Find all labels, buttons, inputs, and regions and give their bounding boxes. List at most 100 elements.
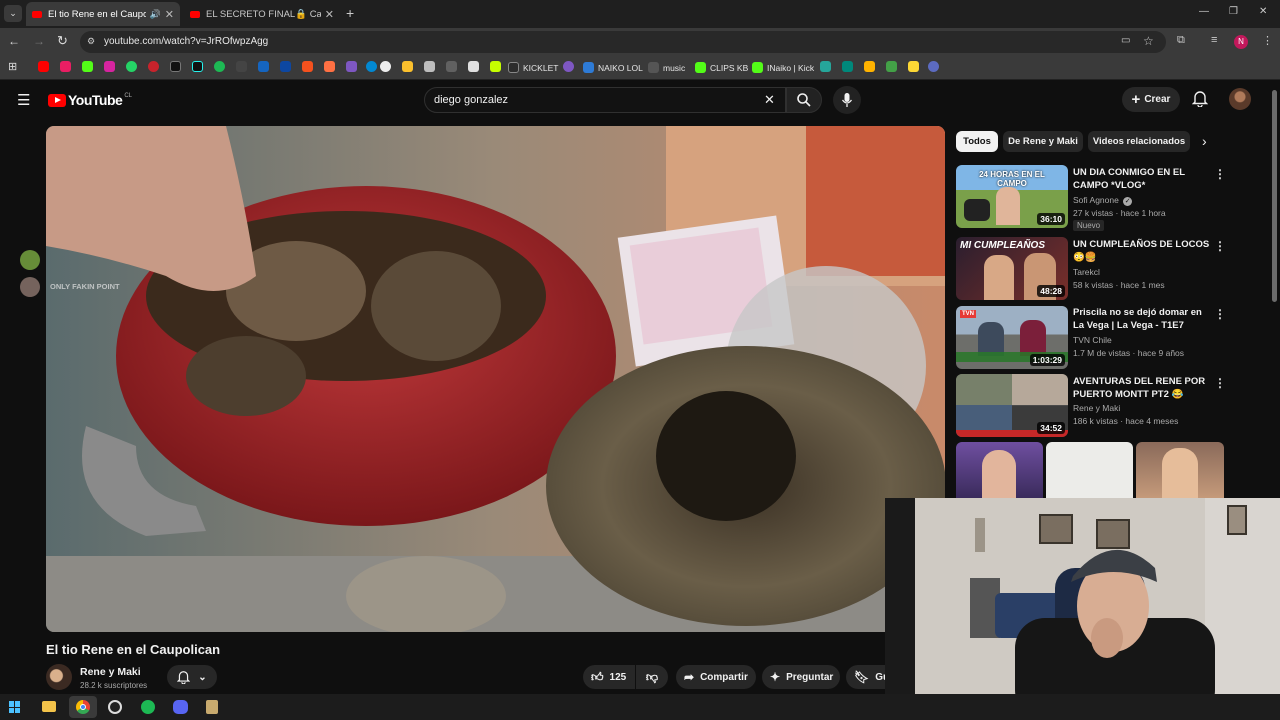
more-options-icon[interactable]: ⋮	[1214, 167, 1226, 181]
chip-de-rene-y-maki[interactable]: De Rene y Maki	[1003, 131, 1083, 152]
apps-icon[interactable]: ⊞	[8, 60, 17, 73]
video-thumbnail[interactable]: 24 HORAS EN EL CAMPO 36:10	[956, 165, 1068, 228]
chrome-taskbar-button[interactable]	[69, 696, 97, 718]
back-arrow-icon[interactable]: ←	[8, 34, 20, 48]
hamburger-menu-icon[interactable]: ☰	[17, 91, 30, 109]
bookmark-icon[interactable]	[236, 61, 247, 72]
bookmark-icon[interactable]	[402, 61, 413, 72]
more-options-icon[interactable]: ⋮	[1214, 307, 1226, 321]
bookmark-icon[interactable]	[324, 61, 335, 72]
video-player[interactable]: ONLY FAKIN POINT	[46, 126, 945, 632]
video-thumbnail[interactable]: MI CUMPLEAÑOS 48:28	[956, 237, 1068, 300]
bookmark-icon[interactable]	[864, 61, 875, 72]
bookmark-icon[interactable]	[280, 61, 291, 72]
pinterest-icon[interactable]	[148, 61, 159, 72]
tab-close-icon[interactable]: ✕	[321, 8, 334, 21]
bookmark-icon[interactable]	[302, 61, 313, 72]
bookmark-icon[interactable]	[258, 61, 269, 72]
short-thumbnail[interactable]	[1046, 442, 1133, 498]
related-video-title[interactable]: UN CUMPLEAÑOS DE LOCOS 😳🍔	[1073, 238, 1213, 264]
related-video-title[interactable]: UN DIA CONMIGO EN EL CAMPO *VLOG*	[1073, 166, 1213, 192]
related-video-title[interactable]: AVENTURAS DEL RENE POR PUERTO MONTT PT2 …	[1073, 375, 1213, 401]
short-thumbnail[interactable]	[1136, 442, 1224, 498]
discord-icon[interactable]	[173, 700, 188, 714]
extensions-icon[interactable]: ⧉	[1177, 34, 1185, 47]
site-info-icon[interactable]: ⚙	[87, 36, 95, 47]
more-options-icon[interactable]: ⋮	[1214, 376, 1226, 390]
spotify-taskbar-icon[interactable]	[141, 700, 155, 714]
new-tab-button[interactable]: +	[346, 5, 354, 21]
like-button[interactable]: 👍︎ 125	[583, 665, 635, 689]
kick-icon[interactable]	[82, 61, 93, 72]
forward-arrow-icon[interactable]: →	[33, 34, 45, 48]
media-icon[interactable]: ≡	[1211, 34, 1217, 46]
browser-tab[interactable]: EL SECRETO FINAL🔒 Capítulo ✕	[184, 2, 340, 26]
browser-tab-active[interactable]: El tio Rene en el Caupolican 🔊 ✕	[26, 2, 180, 26]
close-window-button[interactable]: ✕	[1259, 6, 1267, 17]
minimize-button[interactable]: —	[1199, 6, 1209, 17]
bookmark-icon[interactable]	[886, 61, 897, 72]
subscription-button[interactable]: ⌄	[167, 665, 217, 689]
reload-icon[interactable]: ↻	[57, 33, 68, 49]
bookmark-naiko-lol[interactable]: NAIKO LOL	[583, 61, 643, 74]
account-avatar[interactable]	[1229, 88, 1251, 110]
bookmark-icon[interactable]	[490, 61, 501, 72]
ask-button[interactable]: ✦ Preguntar	[762, 665, 840, 689]
x-icon[interactable]	[170, 61, 181, 72]
channel-name[interactable]: Rene y Maki	[80, 666, 141, 678]
bookmark-icon[interactable]	[468, 61, 479, 72]
notifications-bell-icon[interactable]	[1191, 90, 1209, 112]
bookmark-icon[interactable]	[842, 61, 853, 72]
tab-search-button[interactable]: ⌄	[4, 5, 22, 22]
bookmark-naiko-kick[interactable]: INaiko | Kick	[752, 61, 814, 74]
bookmark-icon[interactable]	[346, 61, 357, 72]
twitch-icon[interactable]	[60, 61, 71, 72]
bookmark-music[interactable]: music	[648, 61, 685, 74]
tab-close-icon[interactable]: ✕	[161, 8, 174, 21]
bookmark-icon[interactable]	[908, 61, 919, 72]
whatsapp-icon[interactable]	[126, 61, 137, 72]
bookmark-icon[interactable]	[446, 61, 457, 72]
bookmark-icon[interactable]	[563, 61, 574, 72]
bookmark-star-icon[interactable]: ☆	[1143, 34, 1154, 48]
instagram-icon[interactable]	[104, 61, 115, 72]
create-button[interactable]: + Crear	[1122, 87, 1180, 112]
video-thumbnail[interactable]: 34:52	[956, 374, 1068, 437]
clear-search-icon[interactable]: ✕	[764, 92, 775, 108]
chip-todos[interactable]: Todos	[956, 131, 998, 152]
share-button[interactable]: ➦ Compartir	[676, 665, 756, 689]
voice-search-button[interactable]	[833, 86, 861, 114]
chip-videos-relacionados[interactable]: Videos relacionados	[1088, 131, 1190, 152]
save-button[interactable]: 🔖︎ Gu	[846, 665, 889, 689]
related-video-title[interactable]: Priscila no se dejó domar en La Vega | L…	[1073, 306, 1213, 332]
tiktok-icon[interactable]	[192, 61, 203, 72]
browser-menu-icon[interactable]: ⋮	[1262, 34, 1273, 47]
tab-title: El tio Rene en el Caupolican	[48, 8, 146, 20]
bookmark-clips-kb[interactable]: CLIPS KB	[695, 61, 748, 74]
windows-start-icon[interactable]	[9, 701, 21, 713]
short-thumbnail[interactable]	[956, 442, 1043, 498]
bookmark-icon[interactable]	[380, 61, 391, 72]
restore-button[interactable]: ❐	[1229, 6, 1238, 17]
file-explorer-icon[interactable]	[42, 701, 56, 712]
spotify-icon[interactable]	[214, 61, 225, 72]
obs-icon[interactable]	[108, 700, 122, 714]
video-thumbnail[interactable]: TVN 1:03:29	[956, 306, 1068, 369]
youtube-logo[interactable]: YouTube CL	[48, 92, 132, 108]
bookmark-kicklet[interactable]: KICKLET	[508, 61, 558, 74]
bookmark-icon[interactable]	[424, 61, 435, 72]
bookmark-icon[interactable]	[928, 61, 939, 72]
cast-icon[interactable]: ▭	[1121, 35, 1130, 46]
more-options-icon[interactable]: ⋮	[1214, 239, 1226, 253]
youtube-favicon-icon	[190, 10, 200, 18]
league-client-icon[interactable]	[206, 700, 218, 714]
bookmark-icon[interactable]	[820, 61, 831, 72]
bookmark-icon[interactable]	[366, 61, 377, 72]
dislike-button[interactable]: 👎︎	[636, 665, 668, 689]
channel-avatar[interactable]	[46, 664, 72, 690]
page-scrollbar[interactable]	[1272, 90, 1277, 302]
search-button[interactable]	[786, 87, 822, 113]
chevron-right-icon[interactable]: ›	[1202, 133, 1207, 149]
profile-avatar[interactable]: N	[1234, 35, 1248, 49]
youtube-icon[interactable]	[38, 61, 49, 72]
